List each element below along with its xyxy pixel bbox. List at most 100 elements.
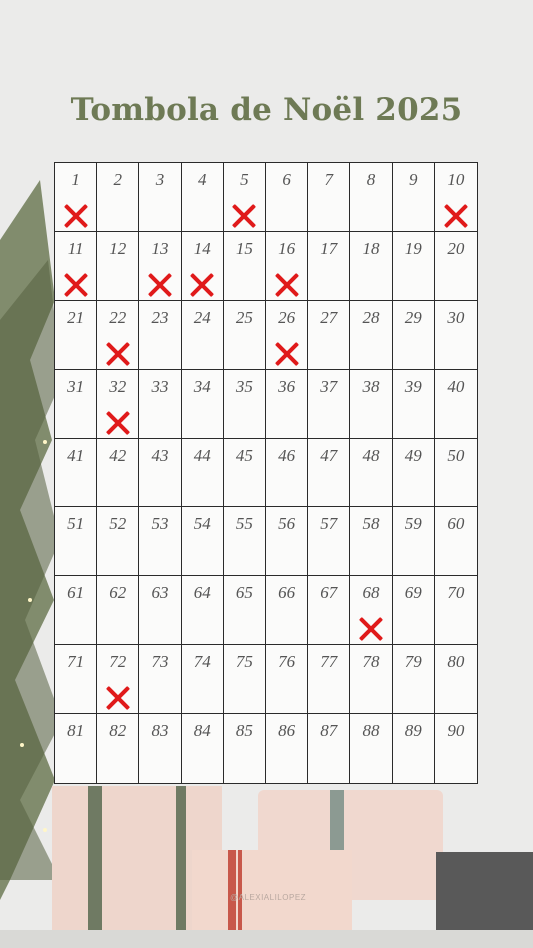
number-cell[interactable]: 2 (97, 163, 140, 232)
number-cell[interactable]: 16 (266, 231, 309, 301)
number-cell[interactable]: 7 (308, 163, 351, 232)
number-cell[interactable]: 41 (55, 438, 98, 508)
number-cell[interactable]: 29 (392, 300, 435, 370)
number-cell[interactable]: 71 (55, 645, 98, 715)
number-cell[interactable]: 66 (266, 576, 309, 646)
number-cell[interactable]: 81 (55, 714, 98, 783)
number-cell[interactable]: 28 (350, 300, 393, 370)
number-cell[interactable]: 84 (182, 714, 224, 783)
number-cell[interactable]: 37 (308, 369, 351, 439)
raffle-number-grid: 1 2 3 4 5 6 7 8 9 10 11 12 13 14 15 16 17 18 19 20 21 22 23 24 2… (54, 162, 478, 784)
number-cell[interactable]: 60 (434, 507, 477, 577)
number-cell[interactable]: 22 (97, 300, 140, 370)
number-cell[interactable]: 59 (392, 507, 435, 577)
number-cell[interactable]: 39 (392, 369, 435, 439)
number-cell[interactable]: 50 (434, 439, 477, 508)
number-cell[interactable]: 5 (223, 163, 266, 232)
number-cell[interactable]: 54 (181, 507, 224, 577)
number-cell[interactable]: 53 (139, 507, 182, 577)
number-cell[interactable]: 14 (181, 231, 224, 301)
cell-number: 85 (235, 721, 253, 741)
number-cell[interactable]: 43 (139, 438, 182, 508)
cell-number: 15 (235, 238, 253, 258)
number-cell[interactable]: 26 (266, 300, 309, 370)
number-cell[interactable]: 83 (139, 714, 182, 783)
number-cell[interactable]: 52 (97, 507, 140, 577)
number-cell[interactable]: 13 (139, 231, 182, 301)
number-cell[interactable]: 72 (97, 645, 140, 715)
number-cell[interactable]: 9 (392, 163, 435, 232)
number-cell[interactable]: 80 (434, 645, 477, 715)
cell-number: 61 (67, 583, 85, 603)
number-cell[interactable]: 90 (435, 714, 477, 783)
number-cell[interactable]: 36 (266, 369, 309, 439)
number-cell[interactable]: 27 (308, 300, 351, 370)
number-cell[interactable]: 46 (266, 438, 309, 508)
number-cell[interactable]: 79 (392, 645, 435, 715)
number-cell[interactable]: 74 (181, 645, 224, 715)
number-cell[interactable]: 12 (97, 231, 140, 301)
number-cell[interactable]: 6 (266, 163, 309, 232)
cell-number: 66 (278, 583, 296, 603)
number-cell[interactable]: 76 (266, 645, 309, 715)
number-cell[interactable]: 87 (308, 714, 351, 783)
number-cell[interactable]: 62 (97, 576, 140, 646)
number-cell[interactable]: 88 (350, 714, 393, 783)
number-cell[interactable]: 34 (181, 369, 224, 439)
number-cell[interactable]: 82 (97, 714, 140, 783)
number-cell[interactable]: 65 (223, 576, 266, 646)
number-cell[interactable]: 3 (139, 163, 182, 232)
number-cell[interactable]: 19 (392, 231, 435, 301)
number-cell[interactable]: 47 (308, 438, 351, 508)
cell-number: 80 (447, 652, 465, 672)
number-cell[interactable]: 49 (392, 438, 435, 508)
number-cell[interactable]: 23 (139, 300, 182, 370)
number-cell[interactable]: 11 (55, 231, 98, 301)
number-cell[interactable]: 85 (224, 714, 266, 783)
number-cell[interactable]: 30 (434, 301, 477, 370)
number-cell[interactable]: 63 (139, 576, 182, 646)
cell-number: 41 (67, 445, 85, 465)
number-cell[interactable]: 4 (181, 163, 224, 232)
number-cell[interactable]: 31 (55, 369, 98, 439)
number-cell[interactable]: 42 (97, 438, 140, 508)
number-cell[interactable]: 56 (266, 507, 309, 577)
number-cell[interactable]: 40 (434, 370, 477, 439)
number-cell[interactable]: 35 (223, 369, 266, 439)
number-cell[interactable]: 18 (350, 231, 393, 301)
number-cell[interactable]: 44 (181, 438, 224, 508)
number-cell[interactable]: 55 (223, 507, 266, 577)
number-cell[interactable]: 10 (434, 163, 477, 232)
number-cell[interactable]: 57 (308, 507, 351, 577)
number-cell[interactable]: 64 (181, 576, 224, 646)
number-cell[interactable]: 20 (434, 232, 477, 301)
number-cell[interactable]: 75 (223, 645, 266, 715)
number-cell[interactable]: 25 (223, 300, 266, 370)
cell-number: 68 (362, 583, 380, 603)
number-cell[interactable]: 73 (139, 645, 182, 715)
number-cell[interactable]: 38 (350, 369, 393, 439)
number-cell[interactable]: 61 (55, 576, 98, 646)
number-cell[interactable]: 78 (350, 645, 393, 715)
number-cell[interactable]: 67 (308, 576, 351, 646)
number-cell[interactable]: 89 (393, 714, 435, 783)
number-cell[interactable]: 8 (350, 163, 393, 232)
cell-number: 62 (109, 583, 127, 603)
number-cell[interactable]: 69 (392, 576, 435, 646)
number-cell[interactable]: 48 (350, 438, 393, 508)
number-cell[interactable]: 32 (97, 369, 140, 439)
number-cell[interactable]: 77 (308, 645, 351, 715)
number-cell[interactable]: 15 (223, 231, 266, 301)
cell-number: 47 (320, 445, 338, 465)
number-cell[interactable]: 86 (266, 714, 309, 783)
number-cell[interactable]: 51 (55, 507, 98, 577)
number-cell[interactable]: 17 (308, 231, 351, 301)
number-cell[interactable]: 45 (223, 438, 266, 508)
number-cell[interactable]: 58 (350, 507, 393, 577)
number-cell[interactable]: 68 (350, 576, 393, 646)
number-cell[interactable]: 24 (181, 300, 224, 370)
number-cell[interactable]: 21 (55, 300, 98, 370)
number-cell[interactable]: 33 (139, 369, 182, 439)
number-cell[interactable]: 70 (434, 576, 477, 646)
number-cell[interactable]: 1 (55, 163, 98, 232)
